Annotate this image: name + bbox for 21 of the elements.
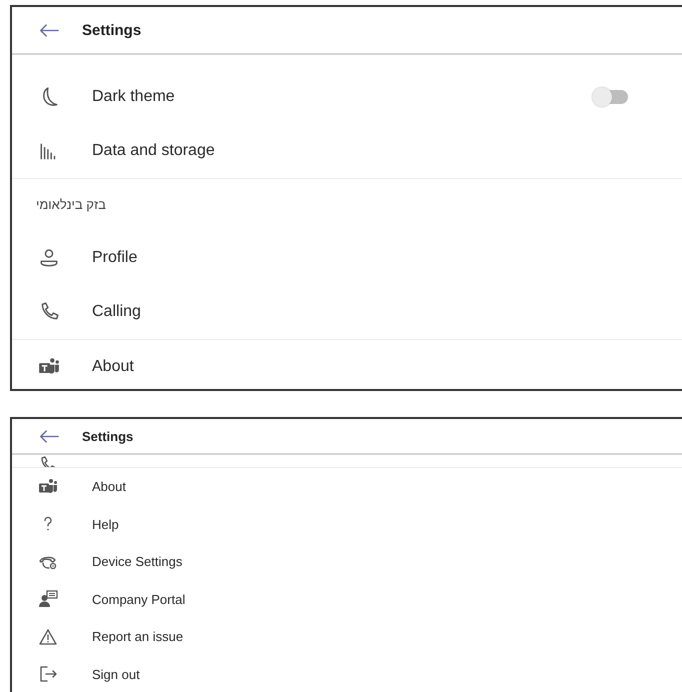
- menu-item[interactable]: Profile: [92, 249, 138, 267]
- section-label: בזק בינלאומי: [35, 196, 106, 212]
- menu-item[interactable]: About: [92, 358, 134, 376]
- person-screen-icon: [38, 589, 58, 610]
- menu-item[interactable]: Calling: [92, 303, 141, 321]
- menu-item[interactable]: Data and storage: [92, 142, 215, 160]
- back-arrow-icon[interactable]: [38, 22, 60, 38]
- warning-icon: [38, 626, 58, 647]
- menu-item[interactable]: Help: [92, 516, 119, 532]
- page-title: Settings: [82, 428, 134, 444]
- page-title: Settings: [82, 22, 142, 38]
- toggle-switch[interactable]: [594, 90, 628, 104]
- menu-item[interactable]: Company Portal: [92, 592, 186, 607]
- menu-item[interactable]: Device Settings: [92, 554, 182, 570]
- person-icon: [38, 247, 60, 269]
- menu-item[interactable]: Sign out: [92, 666, 140, 682]
- back-arrow-icon[interactable]: [38, 428, 60, 444]
- menu-item[interactable]: Dark theme: [92, 88, 175, 106]
- menu-item[interactable]: About: [92, 479, 126, 494]
- menu-item[interactable]: Report an issue: [92, 629, 184, 644]
- sign-out-icon: [38, 664, 58, 684]
